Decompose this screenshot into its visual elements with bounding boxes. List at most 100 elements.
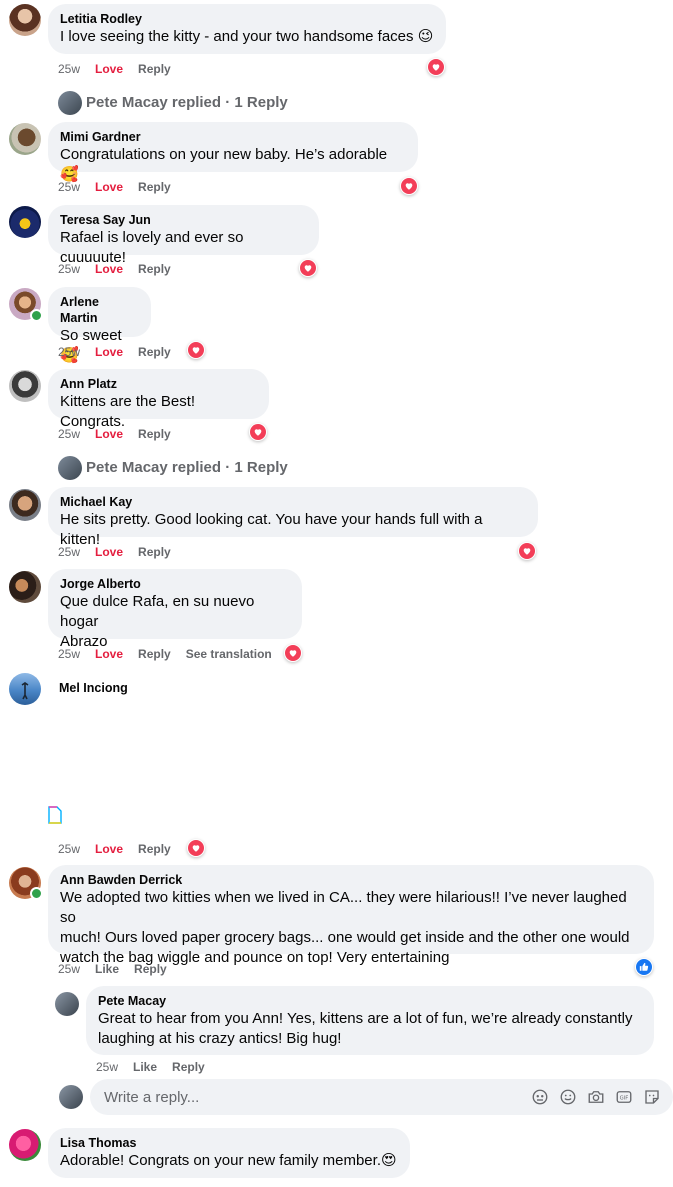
reply-button[interactable]: Reply: [138, 841, 171, 857]
comment-text-line: laughing at his crazy antics! Big hug!: [98, 1030, 342, 1047]
avatar[interactable]: [9, 571, 41, 603]
reaction-badge[interactable]: [400, 177, 418, 195]
commenter-name[interactable]: Teresa Say Jun: [60, 212, 307, 228]
replied-label: Pete Macay replied · 1 Reply: [86, 459, 288, 476]
view-replies-link[interactable]: Pete Macay replied · 1 Reply: [58, 91, 288, 115]
commenter-name[interactable]: Lisa Thomas: [60, 1135, 398, 1151]
reply-button[interactable]: Reply: [138, 61, 171, 77]
commenter-name[interactable]: Ann Platz: [60, 376, 257, 392]
avatar[interactable]: [9, 4, 41, 36]
reaction-badge[interactable]: [518, 542, 536, 560]
reaction-badge[interactable]: [284, 644, 302, 662]
comment-timestamp[interactable]: 25w: [58, 261, 80, 277]
reaction-badge[interactable]: [249, 423, 267, 441]
commenter-name[interactable]: Ann Bawden Derrick: [60, 872, 642, 888]
reaction-badge[interactable]: [635, 958, 653, 976]
comment-bubble: Jorge Alberto Que dulce Rafa, en su nuev…: [48, 569, 302, 650]
love-button[interactable]: Love: [95, 426, 123, 442]
gif-icon[interactable]: GIF: [615, 1088, 633, 1106]
emoji-icon[interactable]: [559, 1088, 577, 1106]
comment-timestamp[interactable]: 25w: [58, 426, 80, 442]
replied-label: Pete Macay replied · 1 Reply: [86, 94, 288, 111]
avatar: [58, 91, 82, 115]
avatar[interactable]: [9, 673, 41, 705]
reply-button[interactable]: Reply: [138, 646, 171, 662]
love-button[interactable]: Love: [95, 544, 123, 560]
like-button[interactable]: Like: [95, 961, 119, 977]
commenter-name[interactable]: Pete Macay: [98, 993, 642, 1009]
commenter-name[interactable]: Arlene Martin: [60, 294, 139, 326]
see-translation-link[interactable]: See translation: [186, 646, 272, 662]
comment-timestamp[interactable]: 25w: [96, 1059, 118, 1075]
commenter-name[interactable]: Jorge Alberto: [60, 576, 290, 592]
comment-timestamp[interactable]: 25w: [58, 841, 80, 857]
commenter-name[interactable]: Mimi Gardner: [60, 129, 406, 145]
comment-bubble: Michael Kay He sits pretty. Good looking…: [48, 487, 538, 548]
comment-actions: 25w Love Reply: [58, 179, 186, 195]
comment-actions: 25w Love Reply: [58, 841, 186, 857]
reply-button[interactable]: Reply: [134, 961, 167, 977]
heart-icon: [519, 543, 535, 559]
avatar[interactable]: [9, 123, 41, 155]
avatar[interactable]: [59, 1085, 83, 1109]
comment-actions: 25w Love Reply: [58, 544, 186, 560]
love-button[interactable]: Love: [95, 179, 123, 195]
comment-actions: 25w Love Reply See translation: [58, 646, 287, 662]
view-replies-link[interactable]: Pete Macay replied · 1 Reply: [58, 456, 288, 480]
comment-bubble: Ann Bawden Derrick We adopted two kittie…: [48, 865, 654, 966]
reaction-badge[interactable]: [427, 58, 445, 76]
svg-text:GIF: GIF: [620, 1096, 629, 1102]
comment-timestamp[interactable]: 25w: [58, 961, 80, 977]
reaction-badge[interactable]: [299, 259, 317, 277]
comment-text: Adorable! Congrats on your new family me…: [60, 1152, 397, 1169]
reaction-badge[interactable]: [187, 839, 205, 857]
commenter-name[interactable]: Letitia Rodley: [60, 11, 434, 27]
love-button[interactable]: Love: [95, 61, 123, 77]
comment-bubble: Ann Platz Kittens are the Best! Congrats…: [48, 369, 269, 430]
commenter-name[interactable]: Michael Kay: [60, 494, 526, 510]
comment-text: I love seeing the kitty - and your two h…: [60, 28, 434, 45]
love-button[interactable]: Love: [95, 261, 123, 277]
heart-icon: [300, 260, 316, 276]
comment-bubble: Mimi Gardner Congratulations on your new…: [48, 122, 418, 183]
commenter-name[interactable]: Mel Inciong: [59, 680, 128, 696]
comment-bubble: Teresa Say Jun Rafael is lovely and ever…: [48, 205, 319, 266]
reaction-badge[interactable]: [187, 341, 205, 359]
sticker-icon[interactable]: [643, 1088, 661, 1106]
heart-icon: [188, 840, 204, 856]
camera-icon[interactable]: [587, 1088, 605, 1106]
avatar[interactable]: [9, 370, 41, 402]
comment-timestamp[interactable]: 25w: [58, 544, 80, 560]
comment-timestamp[interactable]: 25w: [58, 344, 80, 360]
heart-icon: [250, 424, 266, 440]
thumbs-up-icon: [636, 959, 652, 975]
avatar[interactable]: [55, 992, 79, 1016]
reply-button[interactable]: Reply: [172, 1059, 205, 1075]
comment-timestamp[interactable]: 25w: [58, 646, 80, 662]
comment-timestamp[interactable]: 25w: [58, 61, 80, 77]
reply-input[interactable]: [102, 1087, 486, 1107]
comment-bubble: Letitia Rodley I love seeing the kitty -…: [48, 4, 446, 54]
avatar[interactable]: [9, 206, 41, 238]
avatar-sticker-icon[interactable]: [531, 1088, 549, 1106]
reply-button[interactable]: Reply: [138, 544, 171, 560]
heart-icon: [285, 645, 301, 661]
composer-tools: GIF: [521, 1088, 661, 1106]
love-button[interactable]: Love: [95, 841, 123, 857]
avatar[interactable]: [9, 489, 41, 521]
online-status-dot: [30, 309, 43, 322]
comment-text-line: We adopted two kitties when we lived in …: [60, 889, 627, 926]
online-status-dot: [30, 887, 43, 900]
love-button[interactable]: Love: [95, 646, 123, 662]
like-button[interactable]: Like: [133, 1059, 157, 1075]
reply-button[interactable]: Reply: [138, 344, 171, 360]
comment-text-line: Que dulce Rafa, en su nuevo hogar: [60, 593, 255, 630]
comment-actions: 25w Love Reply: [58, 61, 186, 77]
reply-button[interactable]: Reply: [138, 426, 171, 442]
reply-button[interactable]: Reply: [138, 261, 171, 277]
comment-timestamp[interactable]: 25w: [58, 179, 80, 195]
avatar[interactable]: [9, 1129, 41, 1161]
reply-button[interactable]: Reply: [138, 179, 171, 195]
heart-icon: [401, 178, 417, 194]
love-button[interactable]: Love: [95, 344, 123, 360]
